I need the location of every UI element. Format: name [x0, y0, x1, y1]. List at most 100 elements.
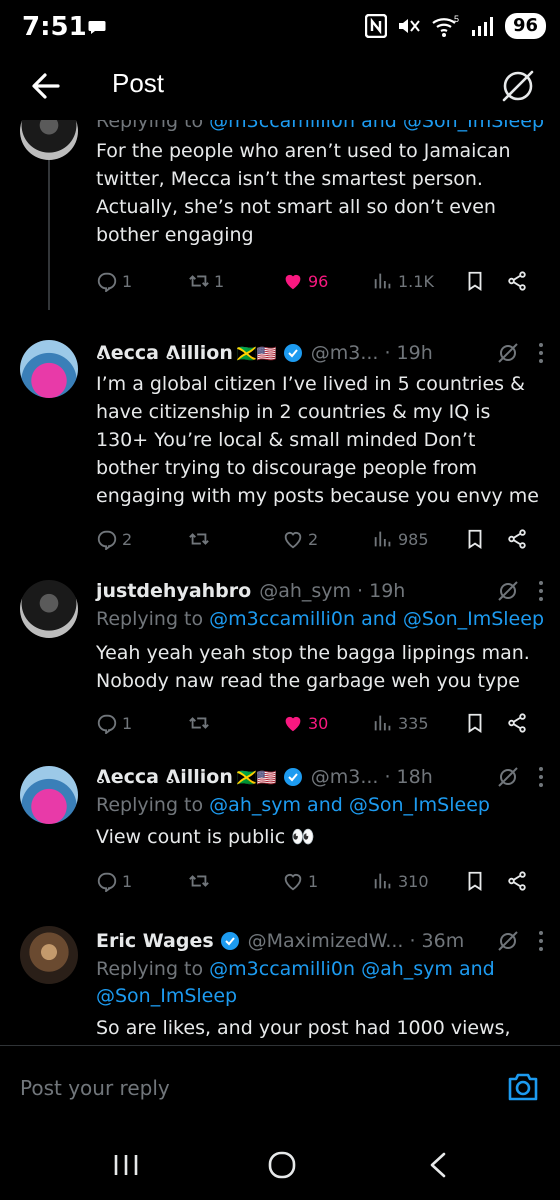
views-button[interactable]: 335	[372, 708, 429, 738]
thread[interactable]: Replying to @m3ccamilli0n and @Son_ImSle…	[0, 120, 560, 1045]
reply-button[interactable]: 1	[96, 866, 132, 896]
author-handle[interactable]: @MaximizedW...	[248, 930, 404, 952]
like-count: 30	[308, 713, 329, 733]
more-options-icon[interactable]	[538, 930, 544, 952]
reply-icon	[97, 272, 117, 292]
back-icon[interactable]	[420, 1150, 460, 1180]
avatar[interactable]	[20, 766, 78, 824]
repost-button[interactable]	[188, 866, 210, 896]
views-button[interactable]: 310	[372, 866, 429, 896]
tweet-3[interactable]: justdehyahbro @ah_sym · 19h Replying to …	[0, 576, 560, 746]
avatar[interactable]	[20, 340, 78, 398]
author-flags: 🇯🇲🇺🇸	[236, 343, 277, 363]
reply-button[interactable]: 1	[96, 266, 132, 296]
tweet-content: Eric Wages @MaximizedW... · 36m Replying…	[96, 926, 544, 1042]
status-time: 7:51	[22, 12, 87, 42]
tweet-4[interactable]: ᕕecca ᕕillion 🇯🇲🇺🇸 @m3... · 18h Replying…	[0, 762, 560, 912]
grok-icon[interactable]	[496, 579, 520, 603]
mention-link[interactable]: @m3ccamilli0n and @Son_ImSleep	[209, 608, 544, 630]
author-flags: 🇯🇲🇺🇸	[236, 767, 277, 787]
tweet-text: View count is public 👀	[96, 826, 315, 848]
repost-button[interactable]	[188, 708, 210, 738]
share-button[interactable]	[506, 524, 528, 554]
grok-icon[interactable]	[496, 929, 520, 953]
author-name[interactable]: Eric Wages	[96, 930, 214, 952]
avatar[interactable]	[20, 926, 78, 984]
share-icon	[508, 713, 526, 733]
recents-icon[interactable]	[106, 1150, 146, 1180]
like-button[interactable]: 30	[282, 708, 328, 738]
tweet-text: Yeah yeah yeah stop the bagga lippings m…	[96, 642, 530, 692]
tweet-time[interactable]: · 19h	[357, 580, 405, 602]
grok-icon[interactable]	[496, 64, 540, 108]
bookmark-button[interactable]	[464, 524, 486, 554]
tweet-header: Eric Wages @MaximizedW... · 36m	[96, 926, 544, 956]
header-icons	[496, 926, 544, 956]
views-button[interactable]: 985	[372, 524, 429, 554]
camera-icon[interactable]	[506, 1070, 540, 1104]
more-options-icon[interactable]	[538, 766, 544, 788]
heart-icon	[284, 874, 302, 891]
bookmark-button[interactable]	[464, 866, 486, 896]
tweet-2[interactable]: ᕕecca ᕕillion 🇯🇲🇺🇸 @m3... · 19h I’m a gl…	[0, 338, 560, 558]
replying-to: Replying to @m3ccamilli0n and @Son_ImSle…	[96, 606, 544, 633]
grok-icon[interactable]	[496, 341, 520, 365]
author-handle[interactable]: @m3...	[311, 342, 379, 364]
home-icon[interactable]	[262, 1150, 302, 1180]
header-icons	[496, 762, 544, 792]
share-button[interactable]	[506, 708, 528, 738]
bookmark-icon	[468, 871, 482, 891]
views-icon	[374, 873, 391, 889]
avatar[interactable]	[20, 120, 78, 160]
author-name[interactable]: ᕕecca ᕕillion	[96, 342, 233, 364]
battery-indicator: 96	[504, 13, 546, 39]
status-icons: 5 96	[364, 12, 546, 40]
bookmark-button[interactable]	[464, 266, 486, 296]
like-button[interactable]: 1	[282, 866, 318, 896]
views-count: 335	[398, 713, 429, 733]
repost-button[interactable]	[188, 524, 210, 554]
mention-link[interactable]: @m3ccamilli0n @ah_sym and	[209, 958, 495, 980]
share-button[interactable]	[506, 266, 528, 296]
reply-button[interactable]: 2	[96, 524, 132, 554]
author-name[interactable]: justdehyahbro	[96, 580, 251, 602]
back-arrow-icon[interactable]	[26, 66, 66, 106]
tweet-time[interactable]: · 19h	[384, 342, 432, 364]
reply-button[interactable]: 1	[96, 708, 132, 738]
signal-icon	[471, 17, 493, 36]
views-button[interactable]: 1.1K	[372, 266, 434, 296]
tweet-content: Replying to @m3ccamilli0n and @Son_ImSle…	[96, 120, 544, 249]
repost-count: 1	[214, 271, 225, 291]
like-button[interactable]: 96	[282, 266, 328, 296]
verified-badge-icon	[283, 768, 302, 786]
tweet-time[interactable]: · 36m	[409, 930, 464, 952]
repost-button[interactable]: 1	[188, 266, 224, 296]
share-button[interactable]	[506, 866, 528, 896]
mention-link[interactable]: @ah_sym and @Son_ImSleep	[209, 794, 490, 816]
header-icons	[496, 338, 544, 368]
avatar[interactable]	[20, 580, 78, 638]
author-handle[interactable]: @m3...	[311, 766, 379, 788]
bookmark-button[interactable]	[464, 708, 486, 738]
tweet-actions: 1 1 96 1.1K	[96, 266, 540, 296]
tweet-1[interactable]: Replying to @m3ccamilli0n and @Son_ImSle…	[0, 120, 560, 317]
reply-icon	[97, 714, 117, 734]
mention-link[interactable]: @m3ccamilli0n and @Son_ImSleep	[209, 120, 544, 132]
like-button[interactable]: 2	[282, 524, 318, 554]
tweet-text: For the people who aren’t used to Jamaic…	[96, 140, 511, 246]
tweet-5[interactable]: Eric Wages @MaximizedW... · 36m Replying…	[0, 926, 560, 1045]
more-options-icon[interactable]	[538, 342, 544, 364]
mention-link[interactable]: @Son_ImSleep	[96, 985, 237, 1007]
share-icon	[508, 271, 526, 291]
replying-to: Replying to @m3ccamilli0n and @Son_ImSle…	[96, 120, 544, 135]
grok-icon[interactable]	[496, 765, 520, 789]
verified-badge-icon	[283, 344, 302, 362]
reply-input[interactable]: Post your reply	[20, 1076, 170, 1100]
author-handle[interactable]: @ah_sym	[259, 580, 351, 602]
more-options-icon[interactable]	[538, 580, 544, 602]
author-name[interactable]: ᕕecca ᕕillion	[96, 766, 233, 788]
views-icon	[374, 531, 391, 547]
tweet-time[interactable]: · 18h	[384, 766, 432, 788]
views-icon	[374, 273, 391, 289]
heart-filled-icon	[285, 716, 301, 732]
